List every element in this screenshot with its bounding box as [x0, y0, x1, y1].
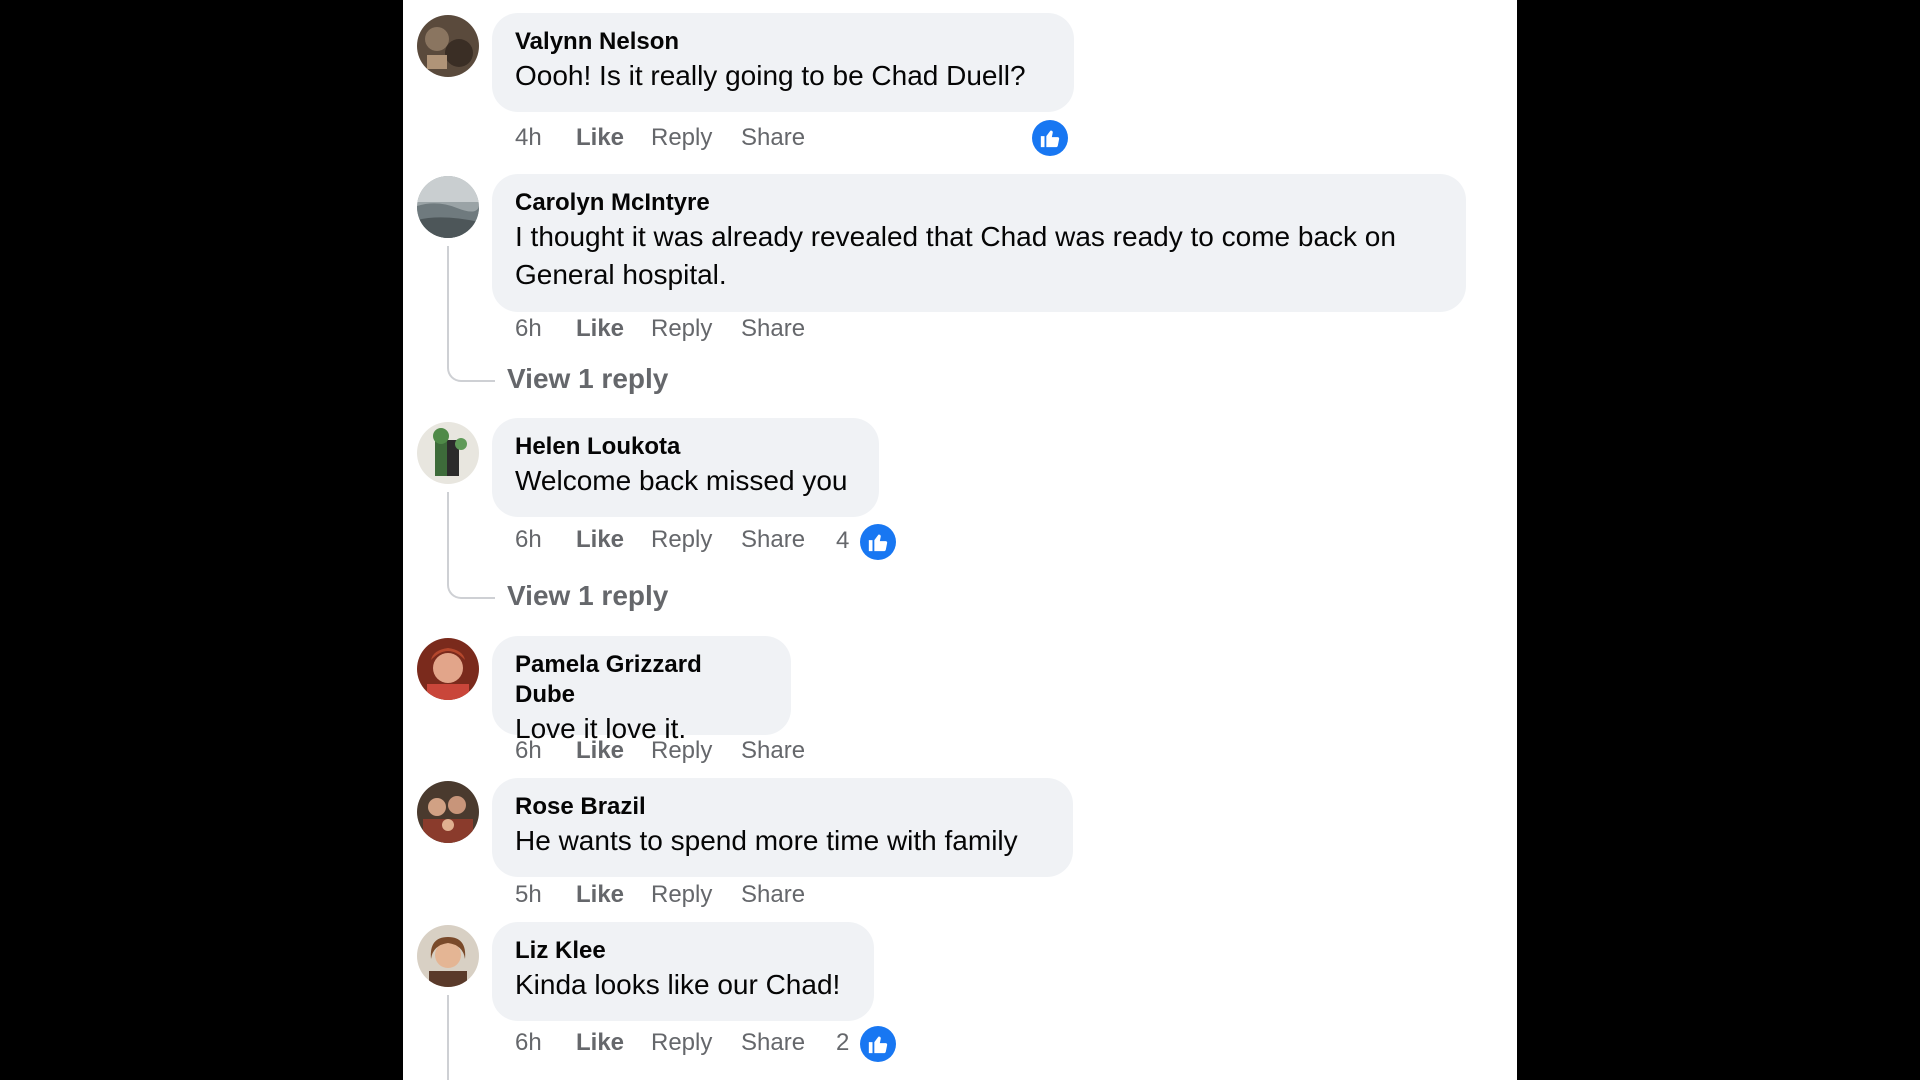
comment-time[interactable]: 6h: [515, 523, 542, 557]
thread-line: [447, 246, 449, 341]
comment-actions: 6h Like Reply Share: [515, 1026, 815, 1060]
comment-actions: 4h Like Reply Share: [515, 121, 815, 155]
comment-author[interactable]: Helen Loukota: [515, 432, 856, 462]
like-button[interactable]: Like: [576, 734, 624, 768]
avatar[interactable]: [417, 925, 479, 987]
thread-line: [447, 340, 495, 382]
share-button[interactable]: Share: [741, 121, 805, 155]
avatar[interactable]: [417, 638, 479, 700]
comment-text: I thought it was already revealed that C…: [515, 221, 1396, 290]
thumbs-up-icon: [860, 1025, 897, 1062]
thumbs-up-icon: [1032, 119, 1068, 156]
comment-text: Welcome back missed you: [515, 465, 848, 496]
comment-bubble: Pamela Grizzard Dube Love it love it.: [492, 636, 791, 744]
comment-author[interactable]: Pamela Grizzard Dube: [515, 650, 768, 710]
comment-bubble: Liz Klee Kinda looks like our Chad!: [492, 922, 874, 1021]
thread-line: [447, 557, 495, 599]
view-replies-link[interactable]: View 1 reply: [507, 579, 668, 613]
view-replies-link[interactable]: View 1 reply: [507, 362, 668, 396]
avatar[interactable]: [417, 176, 479, 238]
reaction-summary[interactable]: 2: [836, 1025, 897, 1062]
comment-time[interactable]: 4h: [515, 121, 542, 155]
comment-actions: 5h Like Reply Share: [515, 878, 815, 912]
like-button[interactable]: Like: [576, 312, 624, 346]
reply-button[interactable]: Reply: [651, 121, 712, 155]
reply-button[interactable]: Reply: [651, 523, 712, 557]
share-button[interactable]: Share: [741, 1026, 805, 1060]
comment-author[interactable]: Valynn Nelson: [515, 27, 1051, 57]
like-button[interactable]: Like: [576, 878, 624, 912]
comment-text: He wants to spend more time with family: [515, 825, 1018, 856]
like-button[interactable]: Like: [576, 121, 624, 155]
comment-author[interactable]: Carolyn McIntyre: [515, 188, 1443, 218]
comment-bubble: Valynn Nelson Oooh! Is it really going t…: [492, 13, 1074, 112]
comment-time[interactable]: 6h: [515, 312, 542, 346]
comment-text: Kinda looks like our Chad!: [515, 969, 841, 1000]
comment-time[interactable]: 5h: [515, 878, 542, 912]
reply-button[interactable]: Reply: [651, 312, 712, 346]
reply-button[interactable]: Reply: [651, 878, 712, 912]
share-button[interactable]: Share: [741, 312, 805, 346]
comment-actions: 6h Like Reply Share: [515, 734, 815, 768]
comment-time[interactable]: 6h: [515, 734, 542, 768]
comment-text: Oooh! Is it really going to be Chad Duel…: [515, 60, 1026, 91]
comments-panel: Valynn Nelson Oooh! Is it really going t…: [403, 0, 1517, 1080]
comment-bubble: Rose Brazil He wants to spend more time …: [492, 778, 1073, 877]
like-button[interactable]: Like: [576, 523, 624, 557]
comment-bubble: Helen Loukota Welcome back missed you: [492, 418, 879, 517]
avatar[interactable]: [417, 15, 479, 77]
share-button[interactable]: Share: [741, 878, 805, 912]
reaction-count: 4: [836, 527, 850, 554]
share-button[interactable]: Share: [741, 734, 805, 768]
reaction-summary[interactable]: [1032, 119, 1068, 156]
reply-button[interactable]: Reply: [651, 1026, 712, 1060]
comment-author[interactable]: Rose Brazil: [515, 792, 1050, 822]
reaction-count: 2: [836, 1029, 850, 1056]
comment-bubble: Carolyn McIntyre I thought it was alread…: [492, 174, 1466, 312]
thumbs-up-icon: [860, 523, 897, 560]
thread-line: [447, 492, 449, 558]
comment-actions: 6h Like Reply Share: [515, 523, 815, 557]
avatar[interactable]: [417, 781, 479, 843]
comment-actions: 6h Like Reply Share: [515, 312, 815, 346]
thread-line: [447, 995, 449, 1080]
reply-button[interactable]: Reply: [651, 734, 712, 768]
like-button[interactable]: Like: [576, 1026, 624, 1060]
reaction-summary[interactable]: 4: [836, 523, 897, 560]
comment-author[interactable]: Liz Klee: [515, 936, 851, 966]
comment-time[interactable]: 6h: [515, 1026, 542, 1060]
share-button[interactable]: Share: [741, 523, 805, 557]
avatar[interactable]: [417, 422, 479, 484]
